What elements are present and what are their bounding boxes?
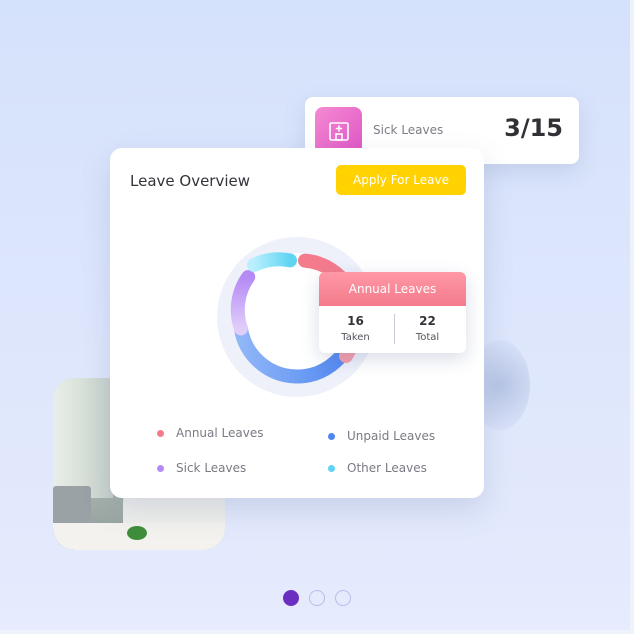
total-value: 22 [419, 314, 436, 328]
taken-label: Taken [341, 332, 370, 343]
legend-label-other: Other Leaves [347, 461, 427, 475]
legend-label-unpaid: Unpaid Leaves [347, 429, 436, 443]
apply-for-leave-button[interactable]: Apply For Leave [336, 165, 466, 195]
hospital-icon [315, 107, 362, 154]
tooltip-title: Annual Leaves [319, 272, 466, 306]
legend-label-sick: Sick Leaves [176, 461, 247, 475]
sick-leaves-count: 3/15 [504, 114, 563, 142]
taken-value: 16 [347, 314, 364, 328]
legend-dot-other [328, 464, 335, 472]
legend-unpaid-leaves: Unpaid Leaves [328, 429, 435, 443]
leave-overview-card: Leave Overview Apply For Leave Annual Le… [110, 148, 484, 498]
pager-dot-2[interactable] [309, 590, 325, 606]
legend-label-annual: Annual Leaves [176, 426, 264, 440]
annual-leaves-tooltip: Annual Leaves 16 Taken 22 Total [319, 272, 466, 353]
legend-dot-sick [157, 464, 164, 472]
sick-leaves-label: Sick Leaves [373, 123, 444, 137]
legend-annual-leaves: Annual Leaves [157, 426, 263, 440]
photo-plant [127, 526, 147, 540]
legend-dot-unpaid [328, 432, 335, 440]
donut-segment-other [247, 252, 297, 272]
pager-dot-3[interactable] [335, 590, 351, 606]
tooltip-taken: 16 Taken [319, 314, 392, 343]
legend-dot-annual [157, 429, 164, 437]
photo-window [53, 378, 113, 498]
card-title: Leave Overview [130, 172, 251, 190]
legend-sick-leaves: Sick Leaves [157, 461, 246, 475]
pager-dot-1[interactable] [283, 590, 299, 606]
tooltip-total: 22 Total [391, 314, 464, 343]
total-label: Total [415, 332, 440, 343]
legend-other-leaves: Other Leaves [328, 461, 427, 475]
